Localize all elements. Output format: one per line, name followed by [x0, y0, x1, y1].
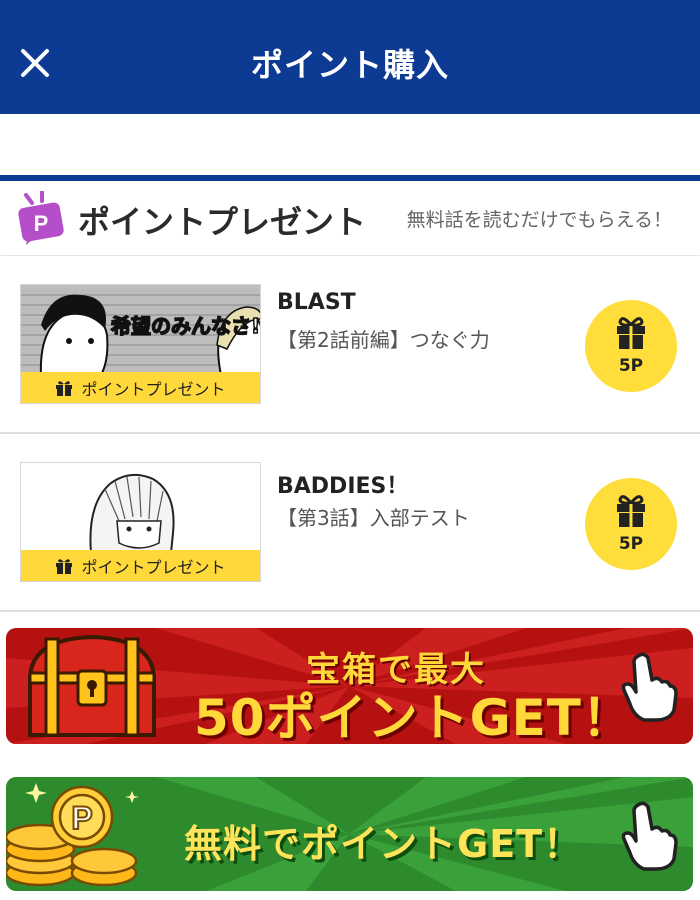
manga-text: 希望のみんなさ! 場で [111, 314, 261, 338]
list-item[interactable]: ポイントプレゼント BADDIES！ 【第3話】入部テスト 5P [0, 434, 700, 612]
gift-icon [617, 317, 645, 349]
episode-title: 【第3話】入部テスト [277, 506, 470, 530]
gift-icon [617, 495, 645, 527]
manga-panel-image: 希望のみんなさ! 場で [21, 285, 261, 375]
comic-thumbnail[interactable]: 希望のみんなさ! 場で ポイントプレゼント [20, 284, 261, 404]
thumb-label-strip: ポイントプレゼント [21, 550, 260, 581]
manga-panel-image [21, 463, 260, 553]
point-badge-icon: P [18, 191, 64, 245]
page-title: ポイント購入 [250, 46, 449, 84]
coin-letter: P [71, 800, 92, 836]
app-header: ポイント購入 [0, 0, 700, 114]
episode-title: 【第2話前編】つなぐ力 [277, 328, 490, 352]
point-gift-button[interactable]: 5P [585, 300, 677, 392]
banner-headline: 無料でポイントGET！ [184, 822, 583, 866]
coin-stack-icon: P [6, 783, 139, 887]
gift-icon [56, 380, 73, 396]
comic-thumbnail[interactable]: ポイントプレゼント [20, 462, 261, 582]
point-amount: 5P [618, 534, 644, 554]
badge-letter: P [34, 211, 49, 236]
thumb-label: ポイントプレゼント [81, 379, 226, 399]
section-subtitle: 無料話を読むだけでもらえる！ [406, 209, 672, 231]
point-gift-button[interactable]: 5P [585, 478, 677, 570]
point-present-section-header: P ポイントプレゼント 無料話を読むだけでもらえる！ [0, 181, 700, 255]
list-item[interactable]: 希望のみんなさ! 場で ポイントプレゼント BLAST 【第2話前編】つなぐ力 … [0, 256, 700, 434]
thumb-label-strip: ポイントプレゼント [21, 372, 260, 403]
treasure-chest-banner[interactable]: 宝箱で最大 50ポイントGET！ [6, 628, 693, 744]
free-points-banner[interactable]: P 無料でポイントGET！ [6, 777, 693, 891]
pointing-hand-icon [621, 801, 678, 871]
comic-title: BADDIES！ [277, 474, 409, 499]
section-title: ポイントプレゼント [78, 203, 367, 241]
comic-title: BLAST [277, 290, 356, 315]
gift-icon [56, 558, 73, 574]
pointing-hand-icon [621, 652, 678, 722]
treasure-chest-icon [27, 634, 157, 737]
thumb-label: ポイントプレゼント [81, 557, 226, 577]
point-amount: 5P [618, 356, 644, 376]
banner-points-text: 50ポイントGET！ [194, 689, 633, 744]
